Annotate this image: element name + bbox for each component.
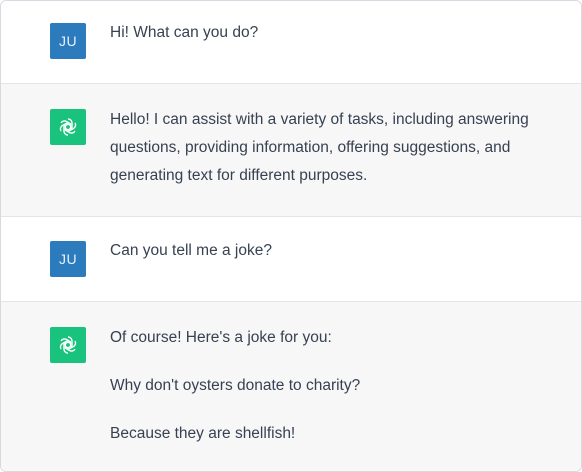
message-paragraph: Of course! Here's a joke for you: [110,329,332,346]
message-paragraph: Hello! I can assist with a variety of ta… [110,111,529,184]
assistant-message: Hello! I can assist with a variety of ta… [1,84,581,217]
message-paragraph: Why don't oysters donate to charity? [110,377,361,394]
message-paragraph: Because they are shellfish! [110,425,296,442]
chat-transcript: JU Hi! What can you do? Hello! I can ass… [0,0,582,472]
openai-logo-icon [58,336,78,354]
openai-logo-icon [58,118,78,136]
user-message: JU Can you tell me a joke? [1,217,581,302]
message-text: Hi! What can you do? [110,19,541,47]
message-paragraph: Hi! What can you do? [110,24,259,41]
message-paragraph: Can you tell me a joke? [110,242,272,259]
message-text: Hello! I can assist with a variety of ta… [110,106,541,190]
message-text: Of course! Here's a joke for you: Why do… [110,324,541,448]
message-text: Can you tell me a joke? [110,237,541,265]
assistant-avatar [50,109,86,145]
user-avatar: JU [50,241,86,277]
user-avatar: JU [50,23,86,59]
user-message: JU Hi! What can you do? [1,1,581,84]
assistant-avatar [50,327,86,363]
assistant-message: Of course! Here's a joke for you: Why do… [1,302,581,471]
